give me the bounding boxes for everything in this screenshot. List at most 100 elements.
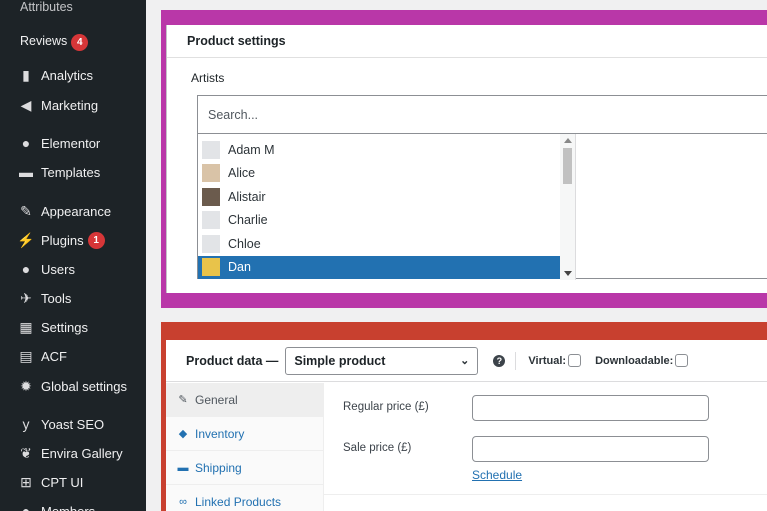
product-data-title: Product data — bbox=[186, 353, 279, 368]
scroll-thumb[interactable] bbox=[563, 148, 572, 184]
settings-icon: ▦ bbox=[19, 318, 33, 335]
sale-price-input[interactable] bbox=[472, 436, 709, 462]
sidebar-item-label: Analytics bbox=[41, 67, 94, 83]
sidebar-item-label: Users bbox=[41, 261, 75, 277]
sidebar-item-label: Templates bbox=[41, 164, 101, 180]
sidebar-item-users[interactable]: ● Users bbox=[0, 254, 146, 284]
sidebar-item-cpt-ui[interactable]: ⊞ CPT UI bbox=[0, 467, 146, 497]
field-divider bbox=[324, 494, 767, 495]
artist-avatar bbox=[202, 164, 220, 182]
sidebar-subitem-label: Attributes bbox=[20, 0, 73, 14]
sidebar-item-yoast-seo[interactable]: y Yoast SEO bbox=[0, 409, 146, 439]
sidebar-item-label: Marketing bbox=[41, 97, 99, 113]
scroll-down-icon[interactable] bbox=[564, 271, 572, 276]
sidebar-item-elementor[interactable]: ● Elementor bbox=[0, 128, 146, 158]
artist-option[interactable]: Adam M bbox=[198, 138, 560, 161]
chevron-down-icon: ⌄ bbox=[460, 355, 470, 367]
artist-name: Charlie bbox=[228, 213, 268, 227]
analytics-icon: ▮ bbox=[22, 66, 30, 83]
sidebar-subitem-reviews[interactable]: Reviews 4 bbox=[20, 34, 89, 51]
sidebar-item-appearance[interactable]: ✎ Appearance bbox=[0, 196, 146, 226]
yoast-icon: y bbox=[22, 416, 30, 432]
virtual-label: Virtual: bbox=[528, 354, 567, 367]
artist-avatar bbox=[202, 211, 220, 229]
elementor-icon: ● bbox=[21, 135, 31, 151]
cpt-icon: ⊞ bbox=[20, 473, 32, 490]
virtual-checkbox[interactable] bbox=[568, 354, 582, 367]
artist-avatar bbox=[202, 258, 220, 276]
tab-label: Shipping bbox=[195, 460, 242, 475]
sidebar-item-settings[interactable]: ▦ Settings bbox=[0, 312, 146, 342]
sidebar-item-label: Settings bbox=[41, 319, 88, 335]
sidebar-item-acf[interactable]: ▤ ACF bbox=[0, 341, 146, 371]
tag-icon: ◆ bbox=[178, 428, 188, 440]
gear-icon: ✹ bbox=[20, 377, 32, 394]
artist-option[interactable]: Dan bbox=[198, 255, 560, 279]
downloadable-label: Downloadable: bbox=[595, 354, 674, 367]
sidebar-item-label: Tools bbox=[41, 290, 72, 306]
sidebar-item-members[interactable]: ● Members bbox=[0, 496, 146, 511]
tab-label: Inventory bbox=[195, 426, 245, 441]
help-icon[interactable]: ? bbox=[493, 354, 506, 367]
sidebar-item-label: Plugins bbox=[41, 232, 84, 248]
virtual-option[interactable]: Virtual: bbox=[528, 354, 582, 367]
artist-name: Dan bbox=[228, 260, 251, 274]
tab-general[interactable]: ✎ General bbox=[166, 383, 324, 417]
tab-linked-products[interactable]: ∞ Linked Products bbox=[166, 485, 324, 511]
downloadable-option[interactable]: Downloadable: bbox=[595, 354, 689, 367]
sidebar-item-label: Appearance bbox=[41, 203, 112, 219]
sidebar-item-templates[interactable]: ▬ Templates bbox=[0, 157, 146, 187]
schedule-link[interactable]: Schedule bbox=[472, 468, 522, 482]
folder-icon: ▬ bbox=[19, 164, 33, 180]
paintbrush-icon: ✎ bbox=[20, 202, 32, 219]
link-icon: ∞ bbox=[179, 495, 187, 508]
artists-search-input[interactable]: Search... bbox=[197, 95, 767, 133]
sidebar-item-label: Elementor bbox=[41, 135, 101, 151]
artist-option[interactable]: Alice bbox=[198, 162, 560, 185]
regular-price-input[interactable] bbox=[472, 395, 709, 421]
sidebar-subitem-attributes[interactable]: Attributes bbox=[20, 0, 73, 14]
sidebar-item-global-settings[interactable]: ✹ Global settings bbox=[0, 371, 146, 401]
sidebar-item-label: CPT UI bbox=[41, 474, 84, 490]
acf-icon: ▤ bbox=[19, 347, 33, 364]
users-icon: ● bbox=[21, 261, 31, 277]
tab-label: Linked Products bbox=[195, 494, 282, 509]
product-type-select[interactable]: Simple product ⌄ bbox=[285, 346, 479, 375]
artist-option[interactable]: Charlie bbox=[198, 209, 560, 232]
leaf-icon: ❦ bbox=[20, 444, 32, 461]
sidebar-item-tools[interactable]: ✈ Tools bbox=[0, 283, 146, 313]
artist-name: Alistair bbox=[228, 189, 266, 204]
artist-option[interactable]: Chloe bbox=[198, 232, 560, 255]
artist-avatar bbox=[202, 140, 220, 159]
artists-listbox[interactable]: Adam M Alice Alistair Charlie Chloe Dan bbox=[197, 133, 767, 280]
tab-shipping[interactable]: ▬ Shipping bbox=[166, 451, 324, 485]
product-settings-box: Product settings Artists Search... Adam … bbox=[166, 25, 767, 293]
artist-name: Alice bbox=[228, 166, 256, 180]
artist-avatar bbox=[202, 234, 220, 253]
sidebar-subitem-label: Reviews bbox=[20, 34, 68, 48]
downloadable-checkbox[interactable] bbox=[675, 354, 689, 367]
header-divider bbox=[515, 351, 517, 370]
artist-name: Chloe bbox=[228, 236, 261, 251]
admin-sidebar: Attributes Reviews 4 ▮ Analytics ◀ Marketing… bbox=[0, 0, 146, 511]
tab-label: General bbox=[195, 392, 238, 407]
wrench-icon: ✈ bbox=[20, 289, 32, 306]
scroll-up-icon[interactable] bbox=[564, 138, 572, 143]
sidebar-item-label: Global settings bbox=[41, 378, 127, 394]
truck-icon: ▬ bbox=[177, 461, 189, 474]
tab-inventory[interactable]: ◆ Inventory bbox=[166, 417, 324, 451]
artist-avatar bbox=[202, 187, 220, 206]
product-data-box: Product data — Simple product ⌄ ? Virtua… bbox=[166, 340, 767, 511]
sidebar-item-marketing[interactable]: ◀ Marketing bbox=[0, 90, 146, 120]
sidebar-item-label: Members bbox=[41, 503, 96, 511]
megaphone-icon: ◀ bbox=[20, 96, 32, 113]
product-data-tabs: ✎ General ◆ Inventory ▬ Shipping ∞ Linked Produ… bbox=[166, 383, 324, 511]
sidebar-item-envira-gallery[interactable]: ❦ Envira Gallery bbox=[0, 438, 146, 468]
artists-scrollbar[interactable] bbox=[560, 134, 575, 280]
reviews-count-badge: 4 bbox=[71, 34, 89, 51]
artist-option[interactable]: Alistair bbox=[198, 185, 560, 208]
sidebar-item-plugins[interactable]: ⚡ Plugins 1 bbox=[0, 225, 146, 255]
main-content: Product settings Artists Search... Adam … bbox=[146, 0, 767, 511]
plugins-update-badge: 1 bbox=[87, 231, 105, 249]
sidebar-item-analytics[interactable]: ▮ Analytics bbox=[0, 60, 146, 90]
